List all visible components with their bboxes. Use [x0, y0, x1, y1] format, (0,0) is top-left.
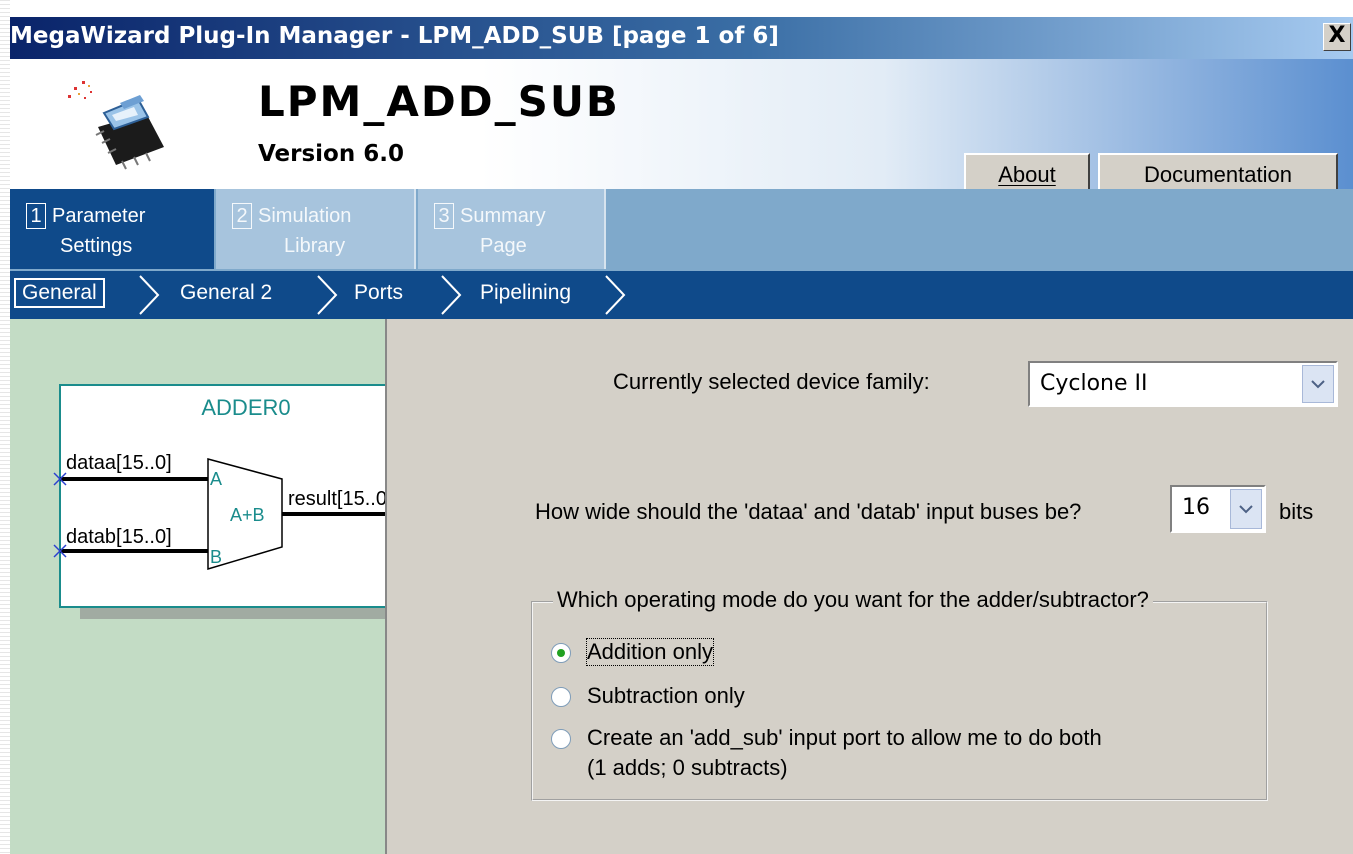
bus-width-unit: bits	[1279, 499, 1314, 524]
operation-label: A+B	[230, 505, 265, 525]
bus-width-label: How wide should the 'dataa' and 'datab' …	[535, 499, 1082, 524]
tab-label-line1: Summary	[460, 205, 546, 227]
device-family-select[interactable]: Cyclone II	[1028, 361, 1338, 407]
bus-width-value: 16	[1182, 495, 1210, 520]
component-version: Version 6.0	[258, 141, 404, 167]
background-stripes	[0, 0, 10, 854]
wizard-tabs: 1 Parameter Settings 2 Simulation Library …	[10, 189, 1353, 271]
radio-sublabel: (1 adds; 0 subtracts)	[587, 755, 788, 780]
chevron-right-icon	[139, 275, 160, 315]
chevron-right-icon	[317, 275, 338, 315]
documentation-label: Documentation	[1144, 162, 1292, 187]
pin-a-label: A	[210, 469, 222, 489]
window-title: MegaWizard Plug-In Manager - LPM_ADD_SUB…	[10, 23, 779, 49]
adder-symbol-diagram: ADDER0 dataa[15..0] datab[15..0] result[…	[53, 384, 385, 619]
device-family-label: Currently selected device family:	[613, 369, 930, 394]
radio-label: Subtraction only	[587, 683, 745, 708]
symbol-preview-pane: ADDER0 dataa[15..0] datab[15..0] result[…	[10, 319, 387, 854]
radio-label: Addition only	[586, 638, 714, 666]
chevron-down-icon	[1311, 380, 1325, 389]
megawizard-window: MegaWizard Plug-In Manager - LPM_ADD_SUB…	[10, 17, 1353, 854]
radio-button[interactable]	[551, 729, 571, 749]
about-label: About	[998, 162, 1056, 187]
bus-width-select[interactable]: 16	[1170, 485, 1266, 533]
title-bar[interactable]: MegaWizard Plug-In Manager - LPM_ADD_SUB…	[10, 17, 1353, 59]
pin-b-label: B	[210, 547, 222, 567]
tab-label-line2: Library	[284, 235, 346, 257]
chevron-down-icon	[1239, 505, 1253, 514]
wizard-header: LPM_ADD_SUB Version 6.0 About Documentat…	[10, 59, 1353, 199]
radio-label: Create an 'add_sub' input port to allow …	[587, 725, 1102, 750]
subtab-ports[interactable]: Ports	[354, 281, 403, 305]
operating-mode-group: Which operating mode do you want for the…	[531, 587, 1268, 801]
tab-number: 3	[434, 203, 454, 229]
close-button[interactable]: X	[1323, 23, 1351, 51]
chevron-right-icon	[441, 275, 462, 315]
instance-name: ADDER0	[201, 395, 290, 420]
subtab-pipelining[interactable]: Pipelining	[480, 281, 571, 305]
tab-summary-page[interactable]: 3 Summary Page	[418, 189, 606, 269]
operating-mode-title: Which operating mode do you want for the…	[553, 587, 1153, 613]
dataa-label: dataa[15..0]	[66, 452, 172, 474]
subtab-bar: General General 2 Ports Pipelining	[10, 271, 1353, 319]
tab-label-line2: Settings	[60, 235, 133, 257]
chevron-right-icon	[605, 275, 626, 315]
device-family-value: Cyclone II	[1040, 371, 1148, 396]
subtab-general-2[interactable]: General 2	[180, 281, 272, 305]
subtab-general[interactable]: General	[14, 278, 105, 308]
result-label: result[15..0]	[288, 488, 385, 510]
dropdown-button[interactable]	[1302, 365, 1334, 403]
radio-button[interactable]	[551, 687, 571, 707]
component-name: LPM_ADD_SUB	[258, 77, 620, 126]
tab-number: 1	[26, 203, 46, 229]
megafunction-chip-icon	[68, 81, 164, 170]
tab-parameter-settings[interactable]: 1 Parameter Settings	[10, 189, 214, 269]
radio-selected-dot	[557, 649, 565, 657]
close-icon: X	[1328, 23, 1346, 48]
tab-label-line1: Parameter	[52, 205, 146, 227]
tab-label-line1: Simulation	[258, 205, 352, 227]
settings-pane: Currently selected device family: Cyclon…	[387, 319, 1353, 854]
datab-label: datab[15..0]	[66, 526, 172, 548]
tab-simulation-library[interactable]: 2 Simulation Library	[216, 189, 416, 269]
radio-button[interactable]	[551, 643, 571, 663]
tab-number: 2	[232, 203, 252, 229]
tab-label-line2: Page	[480, 235, 527, 257]
dropdown-button[interactable]	[1230, 489, 1262, 529]
